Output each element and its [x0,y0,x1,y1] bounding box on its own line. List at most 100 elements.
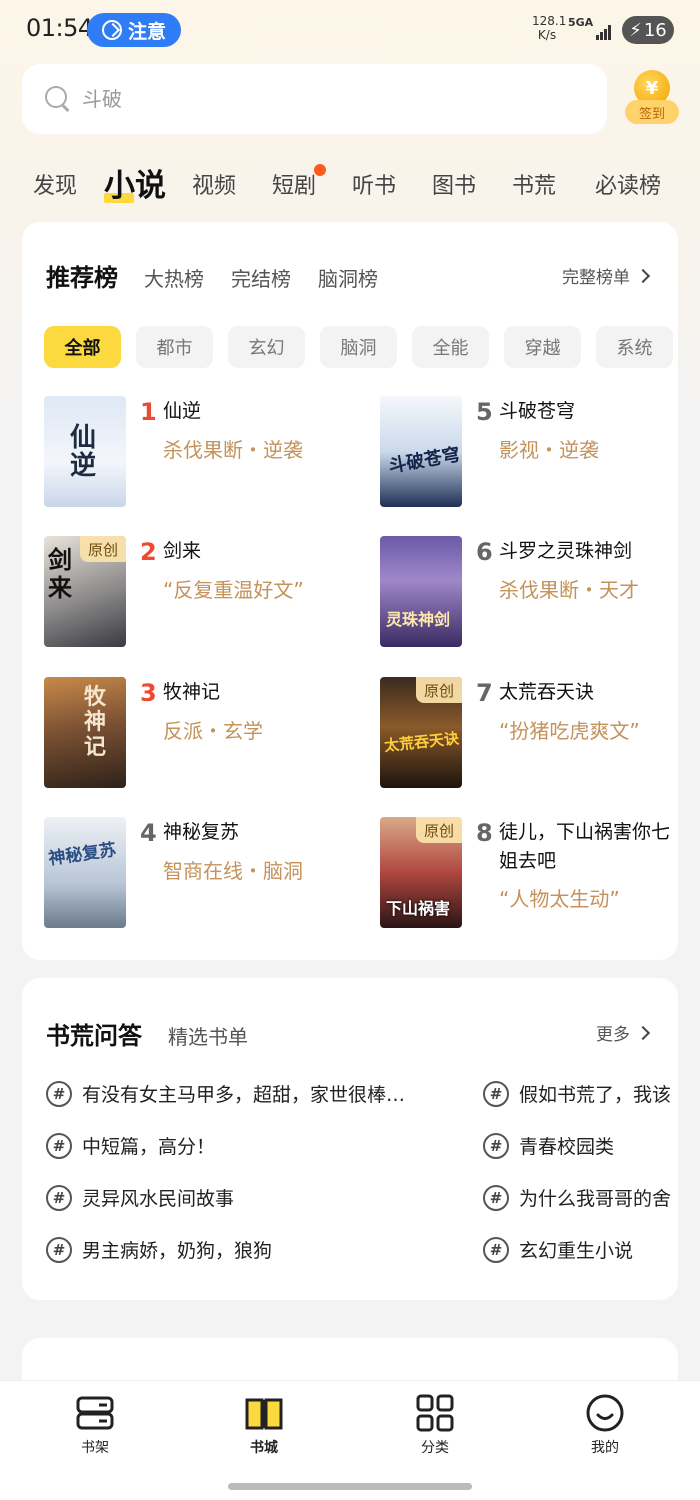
book-item[interactable]: 神秘复苏 4 神秘复苏 智商在线・脑洞 [44,817,344,929]
topic-item[interactable]: # 假如书荒了，我该 [483,1080,678,1107]
book-tags: 杀伐果断・逆袭 [163,438,303,462]
cover-title: 牧神记 [84,684,107,760]
search-bar[interactable] [22,64,607,134]
book-cover[interactable]: 剑来 原创 [44,536,126,647]
topic-text: 灵异风水民间故事 [82,1188,235,1210]
chip-time-travel[interactable]: 穿越 [504,326,581,368]
book-item[interactable]: 斗破苍穹 5 斗破苍穹 影视・逆袭 [380,396,680,508]
topic-text: 有没有女主马甲多，超甜，家世很棒… [82,1084,406,1106]
status-bar: 01:54 注意 128.1 K/s 5GA ⚡ 16 [0,0,700,60]
charging-icon: ⚡ [629,19,642,41]
book-cover[interactable]: 神秘复苏 [44,817,126,928]
topic-item[interactable]: # 青春校园类 [483,1132,678,1159]
nav-profile[interactable]: 我的 [565,1393,645,1457]
full-ranking-link[interactable]: 完整榜单 [562,263,651,288]
notice-label: 注意 [127,20,166,43]
network-type: 5GA [568,16,594,29]
search-input[interactable] [82,87,482,111]
qa-subtitle[interactable]: 精选书单 [168,1021,248,1050]
hashtag-icon: # [483,1184,509,1211]
home-indicator[interactable] [228,1483,472,1490]
hashtag-icon: # [46,1184,72,1211]
topic-item[interactable]: # 为什么我哥哥的舍 [483,1184,678,1211]
topic-text: 玄幻重生小说 [519,1240,634,1262]
ranking-subtab-hot[interactable]: 大热榜 [144,263,204,292]
qa-more-label: 更多 [596,1025,630,1045]
tab-short-drama[interactable]: 短剧 [272,164,327,200]
book-cover[interactable]: 下山祸害 原创 [380,817,462,928]
battery-indicator: ⚡ 16 [622,16,674,44]
book-item[interactable]: 下山祸害 原创 8 徒儿，下山祸害你七姐去吧 “人物太生动” [380,817,680,957]
bottom-navigation: 书架 书城 分类 我的 [0,1380,700,1500]
book-item[interactable]: 灵珠神剑 6 斗罗之灵珠神剑 杀伐果断・天才 [380,536,680,648]
nav-bookshelf[interactable]: 书架 [55,1393,135,1457]
tab-books[interactable]: 图书 [432,168,476,200]
book-tags: 智商在线・脑洞 [163,859,303,883]
book-cover[interactable]: 斗破苍穹 [380,396,462,507]
nav-bookstore-label: 书城 [250,1440,278,1456]
book-item[interactable]: 太荒吞天诀 原创 7 太荒吞天诀 “扮猪吃虎爽文” [380,677,680,789]
genre-filter-chips: 全部 都市 玄幻 脑洞 全能 穿越 系统 [44,326,673,368]
ranking-title[interactable]: 推荐榜 [46,258,118,293]
qa-more-link[interactable]: 更多 [596,1020,651,1045]
book-tags: 影视・逆袭 [499,438,599,462]
ranking-subtab-brainstorm[interactable]: 脑洞榜 [318,263,378,292]
hashtag-icon: # [483,1132,509,1159]
cover-title: 太荒吞天诀 [383,729,460,756]
ranking-subtab-finished[interactable]: 完结榜 [231,263,291,292]
book-tags: 反派・玄学 [163,719,263,743]
tab-novel[interactable]: 小说 [104,160,166,205]
book-item[interactable]: 剑来 原创 2 剑来 “反复重温好文” [44,536,344,648]
cover-title: 仙逆 [70,423,97,481]
tab-discover[interactable]: 发现 [33,168,77,200]
cover-title: 神秘复苏 [47,840,118,870]
nav-bookshelf-label: 书架 [81,1440,109,1456]
qa-title[interactable]: 书荒问答 [46,1016,142,1051]
nav-bookstore[interactable]: 书城 [224,1393,304,1457]
book-cover[interactable]: 灵珠神剑 [380,536,462,647]
chip-system[interactable]: 系统 [596,326,673,368]
topic-item[interactable]: # 男主病娇，奶狗，狼狗 [46,1236,446,1263]
book-tags: “扮猪吃虎爽文” [499,719,640,743]
book-cover[interactable]: 牧神记 [44,677,126,788]
battery-level: 16 [643,19,667,41]
cover-title: 剑来 [48,545,72,602]
tab-must-read[interactable]: 必读榜 [595,168,661,200]
book-item[interactable]: 仙逆 1 仙逆 杀伐果断・逆袭 [44,396,344,508]
chip-allround[interactable]: 全能 [412,326,489,368]
cover-title: 下山祸害 [386,899,451,918]
rank-number: 6 [476,538,493,566]
hashtag-icon: # [483,1080,509,1107]
book-tags: “反复重温好文” [163,578,304,602]
notice-pill[interactable]: 注意 [87,13,181,47]
chip-fantasy[interactable]: 玄幻 [228,326,305,368]
topic-item[interactable]: # 玄幻重生小说 [483,1236,678,1263]
cover-title: 斗破苍穹 [386,444,462,478]
original-badge: 原创 [416,677,462,703]
book-cover[interactable]: 仙逆 [44,396,126,507]
book-tags: “人物太生动” [499,887,620,911]
bookshelf-icon [75,1393,115,1433]
tab-audiobook[interactable]: 听书 [352,168,396,200]
topic-item[interactable]: # 中短篇，高分！ [46,1132,446,1159]
nav-category[interactable]: 分类 [395,1393,475,1457]
nav-profile-label: 我的 [591,1440,619,1456]
chip-all[interactable]: 全部 [44,326,121,368]
tab-video[interactable]: 视频 [192,168,236,200]
book-tags: 杀伐果断・天才 [499,578,639,602]
hashtag-icon: # [46,1236,72,1263]
hashtag-icon: # [46,1080,72,1107]
book-cover[interactable]: 太荒吞天诀 原创 [380,677,462,788]
book-title: 徒儿，下山祸害你七姐去吧 [499,821,671,872]
checkin-button[interactable]: ¥ 签到 [625,68,679,126]
rank-number: 7 [476,679,493,707]
topic-text: 青春校园类 [519,1136,615,1158]
book-title: 斗破苍穹 [499,400,576,422]
hashtag-icon: # [483,1236,509,1263]
book-item[interactable]: 牧神记 3 牧神记 反派・玄学 [44,677,344,789]
chip-brainstorm[interactable]: 脑洞 [320,326,397,368]
tab-book-shortage[interactable]: 书荒 [512,168,556,200]
topic-item[interactable]: # 灵异风水民间故事 [46,1184,446,1211]
chip-urban[interactable]: 都市 [136,326,213,368]
topic-item[interactable]: # 有没有女主马甲多，超甜，家世很棒… [46,1080,446,1107]
